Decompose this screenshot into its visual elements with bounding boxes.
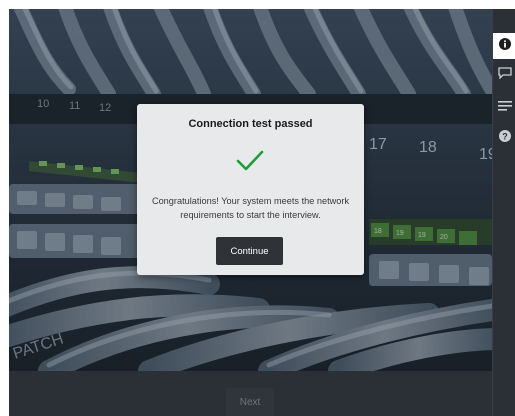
help-icon: ?	[498, 129, 511, 147]
right-sidebar: ?	[492, 9, 515, 416]
sidebar-list-button[interactable]	[493, 94, 515, 120]
footer-bar: Next	[9, 371, 492, 416]
app-window: 10 11 12 17 18 19	[0, 0, 515, 416]
chat-icon	[497, 66, 512, 84]
next-button[interactable]: Next	[226, 388, 274, 416]
continue-button[interactable]: Continue	[216, 237, 283, 265]
checkmark-icon	[235, 148, 265, 174]
connection-test-dialog: Connection test passed Congratulations! …	[137, 104, 364, 275]
sidebar-chat-button[interactable]	[493, 62, 515, 88]
sidebar-help-button[interactable]: ?	[493, 125, 515, 151]
dialog-title: Connection test passed	[188, 118, 313, 130]
svg-text:?: ?	[502, 131, 508, 141]
dialog-message: Congratulations! Your system meets the n…	[151, 196, 350, 220]
list-icon	[497, 98, 512, 116]
sidebar-info-button[interactable]	[493, 33, 515, 59]
info-icon	[498, 37, 511, 55]
